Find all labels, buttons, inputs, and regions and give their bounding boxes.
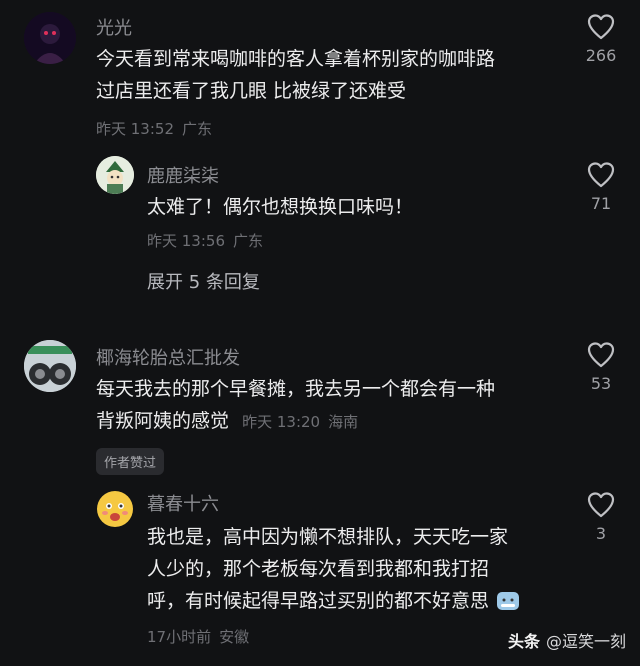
comment-author[interactable]: 光光 bbox=[96, 14, 132, 40]
reply-meta: 17小时前 安徽 bbox=[147, 626, 249, 647]
watermark: 头条 @逗笑一刻 bbox=[508, 628, 626, 652]
reply-text-line-3: 呼，有时候起得早路过买别的都不好意思 bbox=[147, 590, 490, 612]
author-liked-badge: 作者赞过 bbox=[96, 448, 165, 475]
comment-meta: 昨天 13:20 海南 bbox=[242, 413, 358, 431]
heart-icon bbox=[587, 162, 615, 188]
comment-1: 光光 今天看到常来喝咖啡的客人拿着杯别家的咖啡路 过店里还看了我几眼 比被绿了还… bbox=[0, 0, 640, 320]
watermark-handle: @逗笑一刻 bbox=[545, 632, 626, 651]
reply-location: 广东 bbox=[233, 232, 264, 250]
comment-location: 广东 bbox=[182, 120, 213, 138]
reply-text-line-1: 太难了！偶尔也想换换口味吗！ bbox=[147, 196, 414, 218]
watermark-logo: 头条 bbox=[507, 632, 540, 651]
heart-icon bbox=[587, 492, 615, 518]
like-count: 266 bbox=[585, 46, 617, 65]
reply-avatar[interactable] bbox=[96, 490, 134, 528]
comment-text-row-2: 背叛阿姨的感觉 昨天 13:20 海南 bbox=[96, 404, 358, 438]
reply-text-row-3: 呼，有时候起得早路过买别的都不好意思 bbox=[147, 584, 520, 618]
like-count: 53 bbox=[590, 374, 612, 393]
comment-time: 昨天 13:20 bbox=[242, 413, 321, 431]
comment-author[interactable]: 椰海轮胎总汇批发 bbox=[96, 344, 240, 370]
like-button[interactable]: 53 bbox=[571, 342, 631, 393]
reply-like-button[interactable]: 3 bbox=[571, 492, 631, 543]
avatar[interactable] bbox=[24, 340, 76, 392]
comment-text-line-1: 每天我去的那个早餐摊，我去另一个都会有一种 bbox=[96, 378, 496, 400]
comment-time: 昨天 13:52 bbox=[96, 120, 174, 138]
reply-like-button[interactable]: 71 bbox=[571, 162, 631, 213]
reply-time: 昨天 13:56 bbox=[147, 232, 225, 250]
comment-text-line-2: 背叛阿姨的感觉 bbox=[96, 410, 230, 432]
reply-avatar[interactable] bbox=[96, 156, 134, 194]
reply-text-line-2: 人少的，那个老板每次看到我都和我打招 bbox=[147, 558, 490, 580]
comment-text-line-2: 过店里还看了我几眼 比被绿了还难受 bbox=[96, 80, 407, 102]
reply-text-line-1: 我也是，高中因为懒不想排队，天天吃一家 bbox=[147, 526, 509, 548]
reply-like-count: 3 bbox=[595, 524, 607, 543]
reply-like-count: 71 bbox=[590, 194, 612, 213]
expand-replies-button[interactable]: 展开 5 条回复 bbox=[147, 268, 260, 294]
reply-time: 17小时前 bbox=[147, 628, 212, 646]
reply-meta: 昨天 13:56 广东 bbox=[147, 230, 263, 251]
avatar[interactable] bbox=[24, 12, 76, 64]
heart-icon bbox=[587, 14, 615, 40]
reply-author[interactable]: 暮春十六 bbox=[147, 490, 219, 516]
comment-text-line-1: 今天看到常来喝咖啡的客人拿着杯别家的咖啡路 bbox=[96, 48, 496, 70]
shy-face-emoji-icon bbox=[497, 592, 520, 610]
comment-location: 海南 bbox=[328, 413, 359, 431]
reply-author[interactable]: 鹿鹿柒柒 bbox=[147, 162, 219, 188]
heart-icon bbox=[587, 342, 615, 368]
comment-meta: 昨天 13:52 广东 bbox=[96, 118, 212, 139]
comment-2: 椰海轮胎总汇批发 每天我去的那个早餐摊，我去另一个都会有一种 背叛阿姨的感觉 昨… bbox=[0, 330, 640, 666]
like-button[interactable]: 266 bbox=[571, 14, 631, 65]
reply-location: 安徽 bbox=[219, 628, 250, 646]
